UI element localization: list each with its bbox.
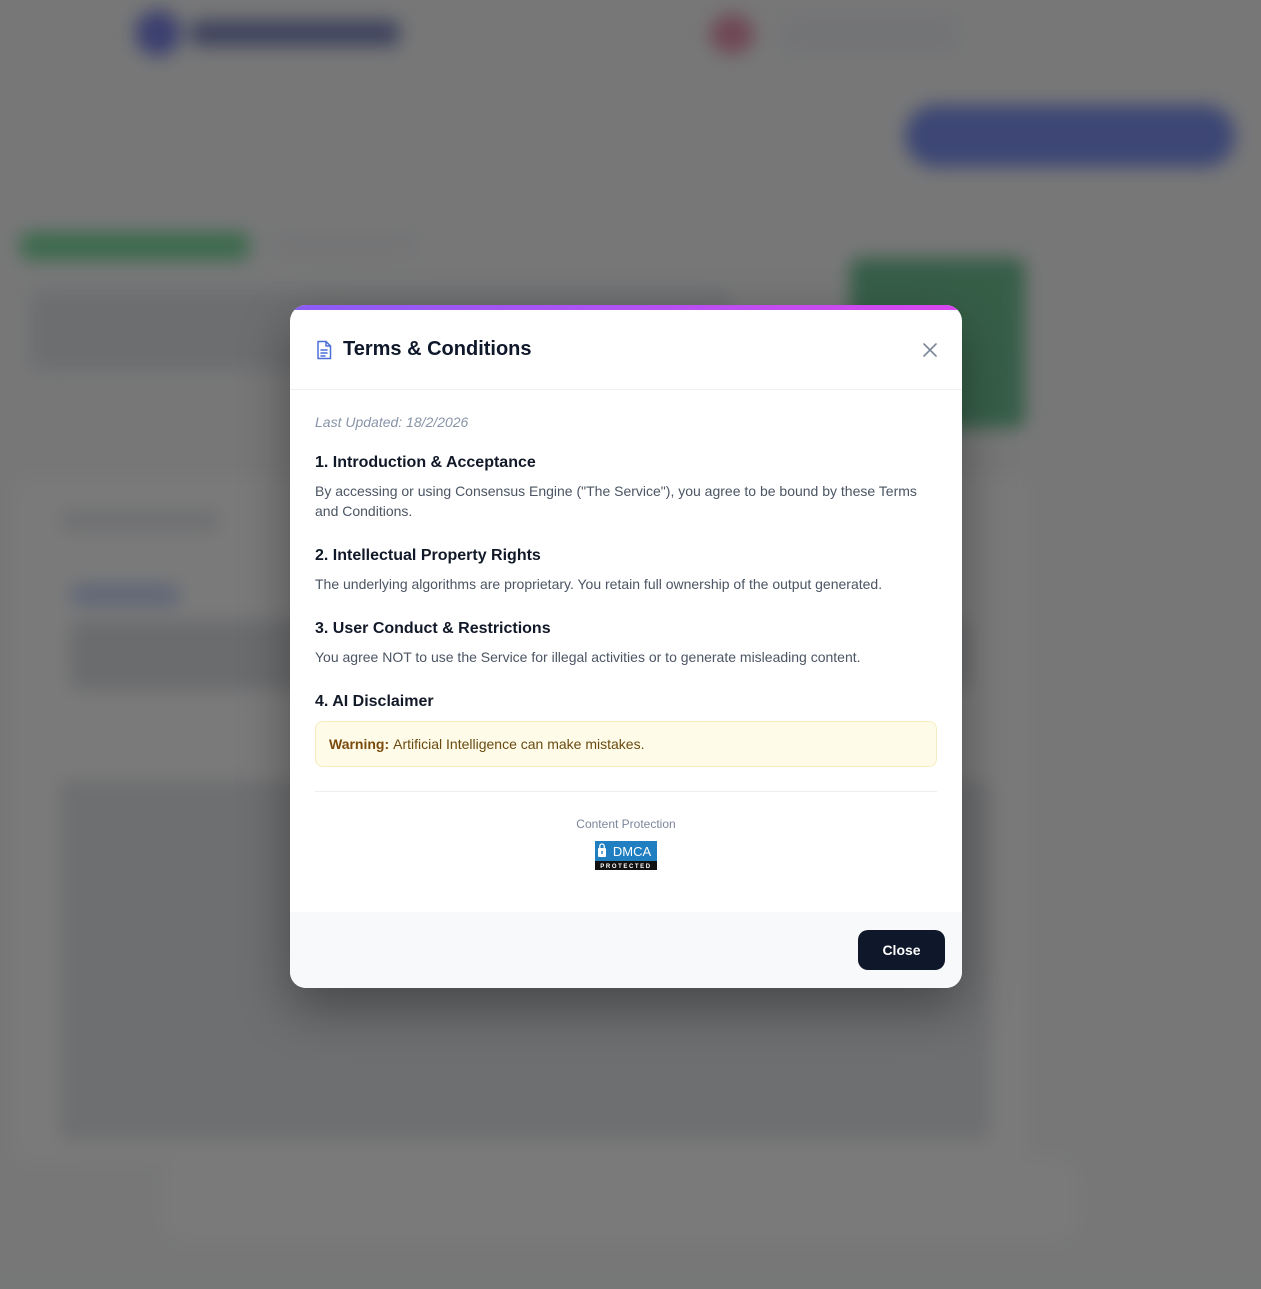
dmca-badge-bottom: PROTECTED bbox=[600, 864, 651, 870]
section-ai-disclaimer: 4. AI Disclaimer Warning: Artificial Int… bbox=[315, 693, 937, 767]
terms-modal: Terms & Conditions Last Updated: 18/2/20… bbox=[290, 305, 962, 988]
warning-box: Warning: Artificial Intelligence can mak… bbox=[315, 721, 937, 767]
close-button[interactable]: Close bbox=[858, 930, 945, 970]
content-protection: Content Protection DMCA PROTECTED bbox=[315, 792, 937, 875]
section-title: 1. Introduction & Acceptance bbox=[315, 454, 536, 471]
section-introduction: 1. Introduction & Acceptance By accessin… bbox=[315, 454, 937, 521]
document-icon bbox=[315, 340, 333, 360]
section-title: 3. User Conduct & Restrictions bbox=[315, 620, 551, 637]
modal-header: Terms & Conditions bbox=[290, 310, 962, 390]
dmca-badge-top: DMCA bbox=[613, 844, 652, 859]
dmca-badge[interactable]: DMCA PROTECTED bbox=[595, 841, 657, 870]
section-text: The underlying algorithms are proprietar… bbox=[315, 576, 883, 592]
modal-body: Last Updated: 18/2/2026 1. Introduction … bbox=[290, 390, 962, 875]
close-icon[interactable] bbox=[916, 336, 944, 364]
section-text: You agree NOT to use the Service for ill… bbox=[315, 649, 861, 665]
section-ip-rights: 2. Intellectual Property Rights The unde… bbox=[315, 547, 937, 594]
section-title: 2. Intellectual Property Rights bbox=[315, 547, 541, 564]
last-updated: Last Updated: 18/2/2026 bbox=[315, 414, 469, 430]
section-user-conduct: 3. User Conduct & Restrictions You agree… bbox=[315, 620, 937, 667]
warning-label: Warning: bbox=[329, 736, 390, 752]
section-title: 4. AI Disclaimer bbox=[315, 693, 434, 710]
warning-text: Artificial Intelligence can make mistake… bbox=[393, 736, 645, 752]
section-text: By accessing or using Consensus Engine (… bbox=[315, 483, 917, 519]
modal-footer: Close bbox=[290, 912, 962, 988]
protection-label: Content Protection bbox=[576, 817, 676, 831]
modal-title: Terms & Conditions bbox=[343, 338, 532, 360]
